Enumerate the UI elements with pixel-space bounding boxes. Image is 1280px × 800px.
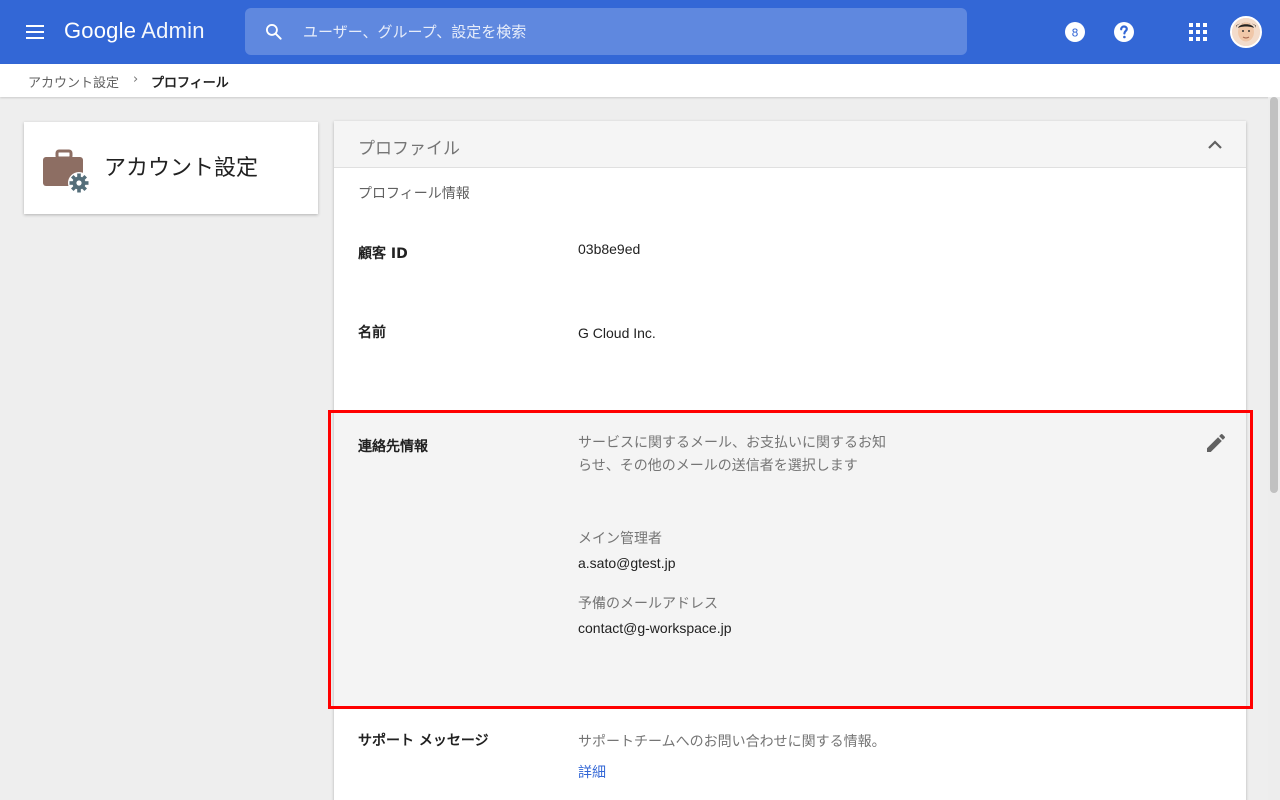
breadcrumb-separator: › <box>133 72 139 87</box>
brand-google: Google <box>64 18 137 43</box>
briefcase-gear-icon <box>43 149 90 194</box>
support-detail-link[interactable]: 詳細 <box>578 765 606 781</box>
help-icon[interactable] <box>1112 20 1136 44</box>
support-message-text: サポートチームへのお問い合わせに関する情報。 <box>578 734 886 750</box>
customer-id-label: 顧客 ID <box>358 246 408 262</box>
top-app-bar: Google Admin 8 <box>0 0 1280 64</box>
timer-icon[interactable]: 8 <box>1063 20 1087 44</box>
profile-info-heading: プロフィール情報 <box>358 186 470 202</box>
edit-pencil-icon[interactable] <box>1204 431 1228 455</box>
name-label: 名前 <box>358 325 386 341</box>
breadcrumb-parent-link[interactable]: アカウント設定 <box>28 72 119 91</box>
brand-admin: Admin <box>141 18 205 43</box>
account-settings-title: アカウント設定 <box>104 156 259 181</box>
profile-card-header[interactable]: プロファイル <box>334 121 1246 168</box>
secondary-email-label: 予備のメールアドレス <box>578 596 718 612</box>
account-avatar[interactable] <box>1230 16 1262 48</box>
avatar-photo-icon <box>1232 18 1260 46</box>
primary-admin-label: メイン管理者 <box>578 531 662 547</box>
main-menu-icon[interactable] <box>24 22 46 42</box>
contact-info-label: 連絡先情報 <box>358 439 428 455</box>
breadcrumb: アカウント設定 › プロフィール <box>0 64 1280 97</box>
search-box[interactable] <box>245 8 967 55</box>
scrollbar-thumb[interactable] <box>1270 97 1278 493</box>
search-icon[interactable] <box>264 22 284 42</box>
svg-text:8: 8 <box>1072 27 1079 40</box>
support-message-label: サポート メッセージ <box>358 733 489 749</box>
profile-card: プロファイル プロフィール情報 顧客 ID 03b8e9ed 名前 G Clou… <box>334 121 1246 800</box>
brand-logo[interactable]: Google Admin <box>64 18 205 44</box>
name-value: G Cloud Inc. <box>578 325 656 341</box>
contact-info-section[interactable]: 連絡先情報 サービスに関するメール、お支払いに関するお知らせ、その他のメールの送… <box>334 413 1246 708</box>
secondary-email-value: contact@g-workspace.jp <box>578 620 732 636</box>
search-input[interactable] <box>303 8 943 55</box>
apps-grid-icon[interactable] <box>1186 20 1210 44</box>
chevron-up-icon[interactable] <box>1205 138 1225 152</box>
account-settings-card: アカウント設定 <box>24 122 318 214</box>
contact-info-description: サービスに関するメール、お支払いに関するお知らせ、その他のメールの送信者を選択し… <box>578 435 886 474</box>
breadcrumb-current: プロフィール <box>151 76 229 91</box>
customer-id-value: 03b8e9ed <box>578 241 641 257</box>
profile-card-title: プロファイル <box>358 139 460 159</box>
primary-admin-value: a.sato@gtest.jp <box>578 555 676 571</box>
support-message-description: サポートチームへのお問い合わせに関する情報。 詳細 <box>578 727 888 789</box>
